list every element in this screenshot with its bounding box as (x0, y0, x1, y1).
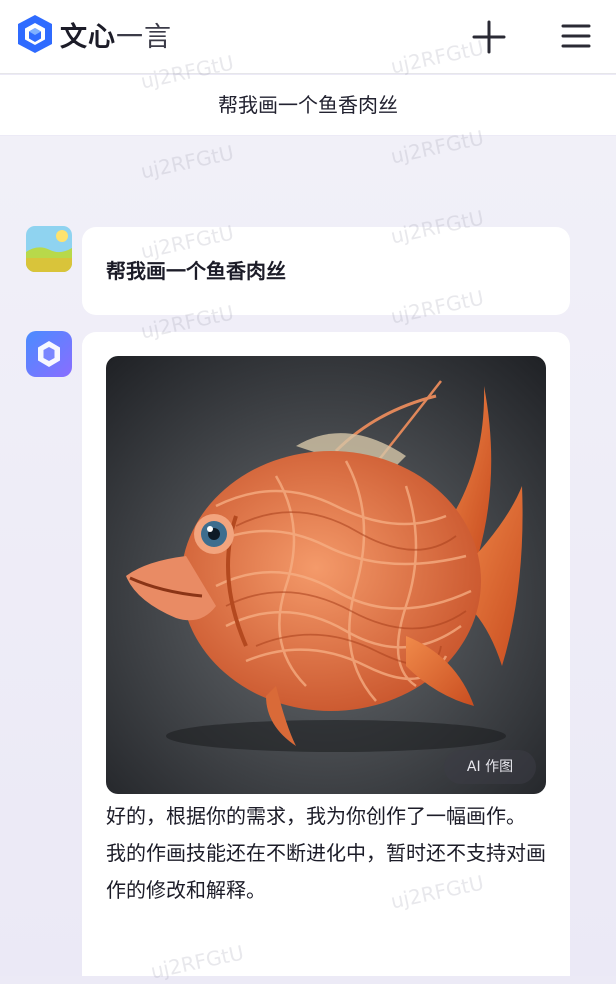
bot-paragraph: 好的，根据你的需求，我为你创作了一幅画作。 (106, 804, 526, 828)
wenxin-logo-icon (18, 15, 52, 53)
wenxin-bot-avatar-icon (26, 331, 72, 377)
chat-area[interactable]: 帮我画一个鱼香肉丝 AI 作图 好的，根据你的需求，我为你创作了一幅画作。 我的… (0, 136, 616, 976)
hamburger-menu-icon[interactable] (558, 19, 594, 55)
generated-fish-image[interactable]: AI 作图 (106, 356, 546, 794)
user-avatar (26, 226, 72, 272)
user-landscape-avatar-icon (26, 226, 72, 272)
fish-illustration (106, 356, 546, 794)
bot-avatar (26, 331, 72, 377)
bot-message-text: 好的，根据你的需求，我为你创作了一幅画作。 我的作画技能还在不断进化中，暂时还不… (106, 798, 546, 909)
plus-icon[interactable] (470, 18, 508, 56)
ai-drawing-badge: AI 作图 (444, 750, 536, 784)
bot-paragraph: 我的作画技能还在不断进化中，暂时还不支持对画作的修改和解释。 (106, 841, 546, 902)
top-app-bar: 文心一言 (0, 0, 616, 74)
user-message-bubble: 帮我画一个鱼香肉丝 (82, 227, 570, 315)
conversation-title: 帮我画一个鱼香肉丝 (0, 75, 616, 135)
bot-message-bubble: AI 作图 好的，根据你的需求，我为你创作了一幅画作。 我的作画技能还在不断进化… (82, 332, 570, 976)
app-name: 文心一言 (60, 22, 172, 53)
